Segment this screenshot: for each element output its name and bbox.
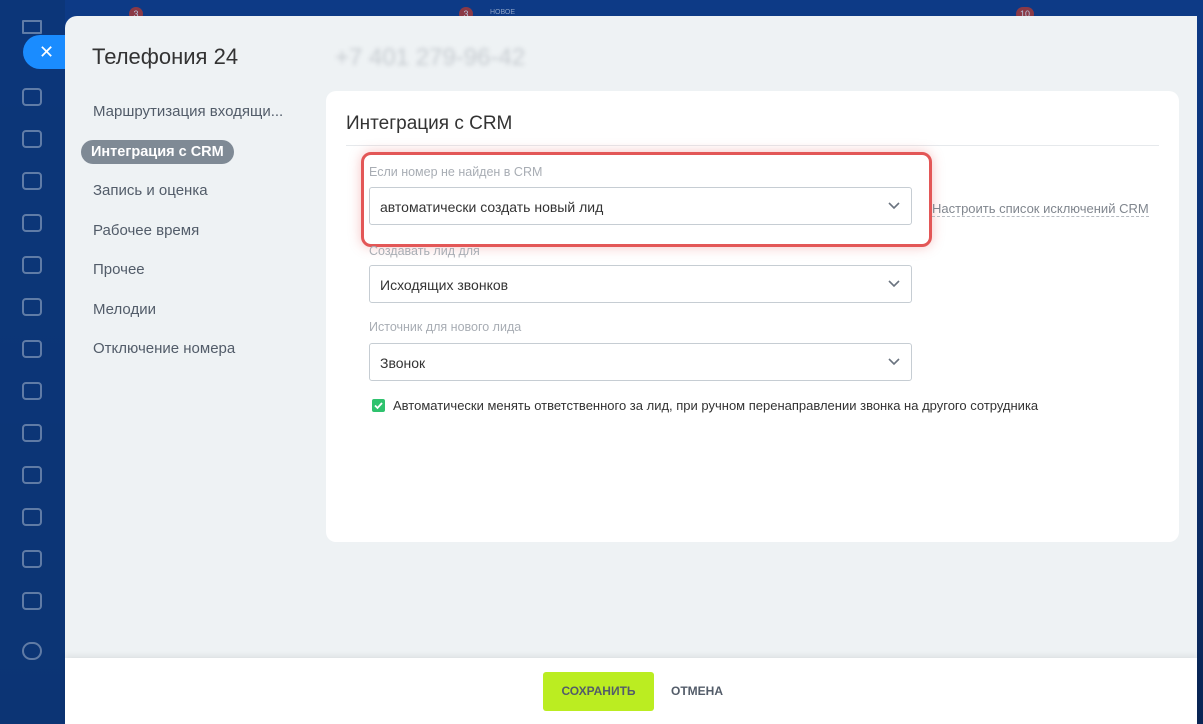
- not-found-label: Если номер не найден в CRM: [369, 165, 543, 179]
- menu-item-melodies[interactable]: Мелодии: [81, 298, 301, 338]
- lead-source-value: Звонок: [380, 355, 426, 371]
- background-sidebar: [0, 0, 65, 724]
- auto-change-responsible-label: Автоматически менять ответственного за л…: [393, 398, 1039, 413]
- bg-nav-icon: [22, 88, 42, 106]
- menu-item-label: Отключение номера: [93, 340, 236, 357]
- lead-source-select[interactable]: Звонок: [369, 343, 912, 381]
- bg-nav-icon: [22, 424, 42, 442]
- crm-exceptions-link[interactable]: Настроить список исключений CRM: [932, 201, 1149, 217]
- menu-icon: [22, 20, 42, 34]
- menu-item-label: Запись и оценка: [93, 182, 208, 199]
- panel-footer: СОХРАНИТЬ ОТМЕНА: [65, 658, 1197, 724]
- crm-integration-card: Интеграция с CRM Если номер не найден в …: [326, 91, 1179, 542]
- bg-nav-icon: [22, 214, 42, 232]
- menu-item-label: Рабочее время: [93, 221, 200, 239]
- chevron-down-icon: [887, 354, 901, 368]
- cancel-button[interactable]: ОТМЕНА: [671, 672, 723, 711]
- menu-item-disable-number[interactable]: Отключение номера: [81, 337, 301, 377]
- bg-new-label: НОВОЕ: [490, 9, 516, 16]
- bg-nav-icon: [22, 172, 42, 190]
- bg-nav-icon: [22, 298, 42, 316]
- create-lead-for-select[interactable]: Исходящих звонков: [369, 265, 912, 303]
- bg-nav-icon: [22, 508, 42, 526]
- bg-nav-icon: [22, 466, 42, 484]
- save-button[interactable]: СОХРАНИТЬ: [543, 672, 654, 711]
- lead-source-label: Источник для нового лида: [369, 320, 522, 334]
- menu-item-crm-integration[interactable]: Интеграция с CRM: [81, 139, 301, 180]
- section-title: Интеграция с CRM: [346, 113, 513, 134]
- not-found-select[interactable]: автоматически создать новый лид: [369, 187, 912, 225]
- menu-item-work-time[interactable]: Рабочее время: [81, 219, 301, 259]
- close-icon: ✕: [39, 42, 55, 62]
- menu-item-label: Маршрутизация входящи...: [93, 103, 284, 120]
- telephony-slider-panel: Телефония 24 +7 401 279-96-42 Маршрутиза…: [65, 16, 1197, 724]
- bg-nav-icon: [22, 340, 42, 358]
- menu-item-routing[interactable]: Маршрутизация входящи...: [81, 100, 301, 140]
- not-found-value: автоматически создать новый лид: [380, 199, 604, 215]
- phone-number: +7 401 279-96-42: [335, 44, 526, 71]
- auto-change-responsible-row: Автоматически менять ответственного за л…: [372, 398, 1038, 413]
- bg-nav-icon: [22, 382, 42, 400]
- menu-item-label: Мелодии: [93, 300, 156, 318]
- menu-item-label: Интеграция с CRM: [81, 139, 234, 164]
- bg-nav-icon: [22, 256, 42, 274]
- close-button[interactable]: ✕: [23, 35, 67, 69]
- divider: [346, 145, 1159, 146]
- bg-nav-icon: [22, 550, 42, 568]
- create-lead-for-value: Исходящих звонков: [380, 277, 509, 293]
- settings-menu: Маршрутизация входящи... Интеграция с CR…: [81, 100, 301, 377]
- bg-nav-icon: [22, 592, 42, 610]
- create-lead-for-label: Создавать лид для: [369, 244, 480, 258]
- menu-item-recording[interactable]: Запись и оценка: [81, 179, 301, 219]
- menu-item-label: Прочее: [93, 261, 145, 278]
- panel-title: Телефония 24: [92, 44, 239, 69]
- bg-nav-icon: [22, 642, 42, 660]
- menu-item-other[interactable]: Прочее: [81, 258, 301, 298]
- chevron-down-icon: [887, 198, 901, 212]
- chevron-down-icon: [887, 276, 901, 290]
- checkmark-icon: [374, 402, 383, 410]
- auto-change-responsible-checkbox[interactable]: [372, 399, 385, 412]
- bg-nav-icon: [22, 130, 42, 148]
